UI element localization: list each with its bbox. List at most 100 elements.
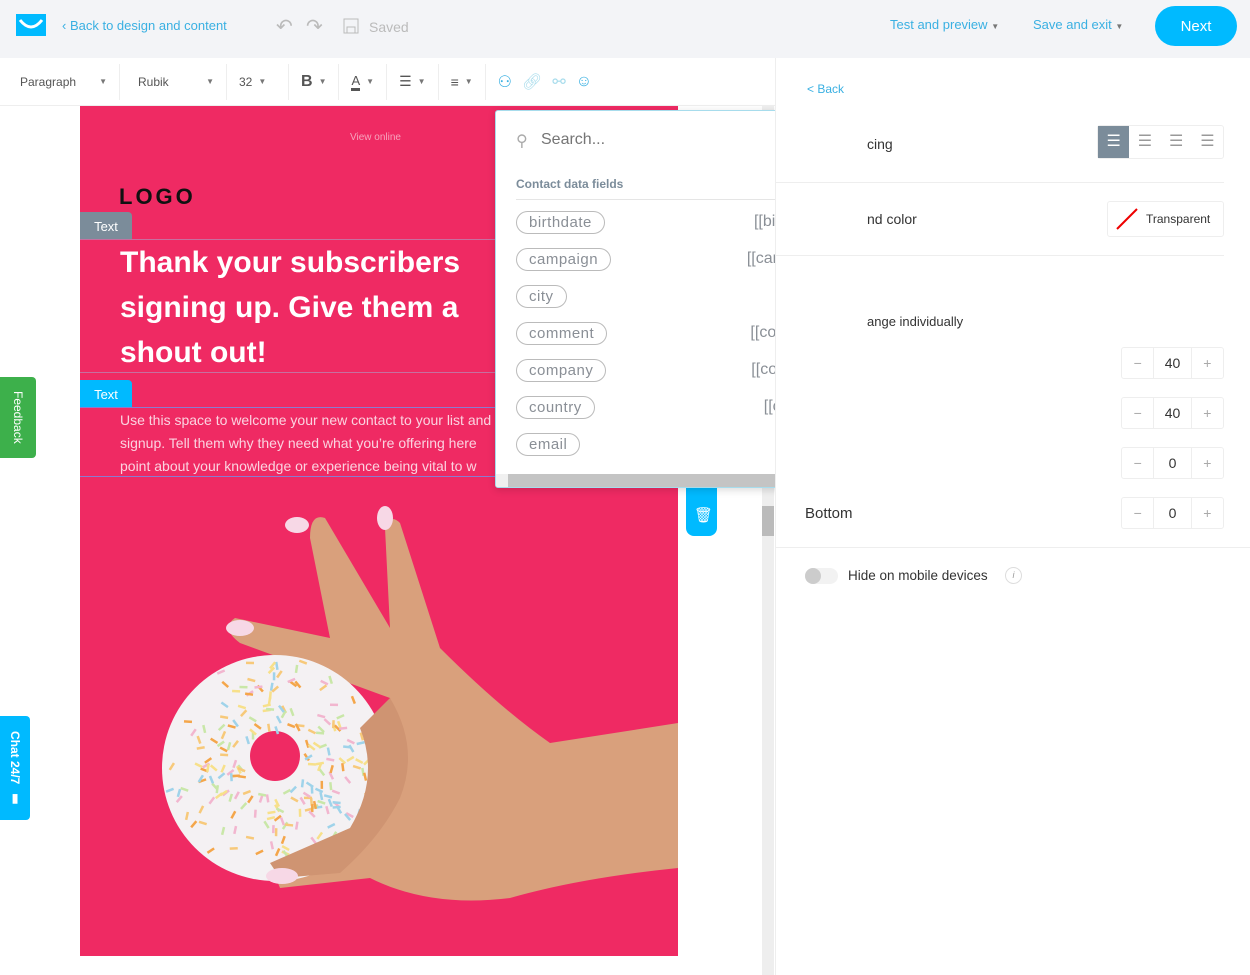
padding-stepper: −0 +: [1121, 497, 1224, 529]
personalize-icon[interactable]: ⚇: [498, 72, 512, 92]
sprinkle: [239, 685, 248, 689]
spacing-option-3[interactable]: ☰: [1161, 126, 1192, 158]
size-select[interactable]: 32 ▼: [227, 63, 289, 100]
paragraph-select[interactable]: Paragraph ▼: [0, 63, 120, 100]
chat-bubble-icon: ▮: [8, 790, 22, 805]
background-color-picker[interactable]: Transparent: [1107, 201, 1224, 237]
increment-button[interactable]: +: [1192, 348, 1223, 378]
feedback-tab[interactable]: Feedback: [0, 377, 36, 458]
search-input[interactable]: [541, 131, 791, 149]
divider: [776, 255, 1224, 256]
divider: [776, 547, 1250, 548]
increment-button[interactable]: +: [1192, 498, 1223, 528]
color-value: Transparent: [1146, 212, 1211, 226]
chat-tab[interactable]: Chat 24/7 ▮: [0, 716, 30, 820]
individually-label: ange individually: [867, 314, 964, 329]
hide-mobile-toggle[interactable]: [805, 568, 838, 584]
sprinkle: [245, 661, 255, 665]
next-button[interactable]: Next: [1155, 6, 1237, 46]
back-link[interactable]: < Back: [807, 82, 844, 96]
stepper-value[interactable]: 40: [1154, 398, 1192, 428]
background-color-label: nd color: [867, 211, 917, 227]
body-text[interactable]: Use this space to welcome your new conta…: [120, 409, 500, 477]
sprinkle: [310, 804, 314, 813]
decrement-button[interactable]: −: [1122, 448, 1155, 478]
text-toolbar: Paragraph ▼ Rubik ▼ 32 ▼ B ▼ A ▼ ☰ ▼ ≡ ▼ ⚇ 🔗︎ ⚯…: [0, 58, 775, 106]
padding-stepper: −40 +: [1121, 347, 1224, 379]
align-button[interactable]: ≡ ▼: [439, 63, 486, 100]
field-chip[interactable]: city: [516, 284, 567, 308]
size-value: 32: [239, 74, 253, 89]
transparent-swatch-icon: [1116, 208, 1138, 230]
text-color-icon: A: [351, 73, 361, 91]
donut-hand-image: [162, 506, 678, 901]
text-block-tag[interactable]: Text: [80, 212, 132, 240]
bold-button[interactable]: B ▼: [289, 63, 340, 100]
bold-icon: B: [301, 72, 313, 90]
sprinkle: [320, 780, 324, 789]
text-color-button[interactable]: A ▼: [339, 63, 388, 100]
saved-status: Saved: [369, 19, 409, 35]
save-icon: [343, 18, 359, 34]
stepper-value[interactable]: 0: [1154, 498, 1192, 528]
padding-stepper: −0 +: [1121, 447, 1224, 479]
unlink-icon[interactable]: ⚯: [552, 72, 565, 92]
test-preview-label: Test and preview: [890, 17, 988, 32]
list-button[interactable]: ☰ ▼: [387, 63, 439, 100]
sprinkle: [298, 808, 302, 817]
increment-button[interactable]: +: [1192, 448, 1223, 478]
sprinkle: [329, 703, 339, 707]
redo-icon[interactable]: ↷: [306, 14, 323, 39]
sprinkle: [183, 720, 193, 724]
sprinkle: [232, 689, 241, 693]
field-chip[interactable]: email: [516, 432, 581, 456]
getresponse-logo[interactable]: [16, 14, 46, 36]
spacing-option-1[interactable]: ☰: [1098, 126, 1130, 158]
test-preview-dropdown[interactable]: Test and preview ▼: [890, 17, 999, 32]
spacing-option-4[interactable]: ☰: [1192, 126, 1223, 158]
delete-icon[interactable]: 🗑︎: [694, 506, 713, 524]
align-left-icon: ≡: [450, 73, 459, 90]
sprinkle: [229, 846, 238, 850]
link-icon[interactable]: 🔗︎: [522, 72, 542, 92]
spacing-label: cing: [867, 136, 893, 152]
section-heading: Contact data fields: [516, 177, 624, 191]
field-chip[interactable]: company: [516, 358, 607, 382]
field-chip[interactable]: campaign: [516, 247, 612, 271]
padding-stepper: −40 +: [1121, 397, 1224, 429]
emoji-icon[interactable]: ☺: [576, 73, 592, 91]
stepper-value[interactable]: 0: [1154, 448, 1192, 478]
chat-label: Chat 24/7: [8, 731, 22, 785]
spacing-option-2[interactable]: ☰: [1129, 126, 1160, 158]
spacing-options: ☰ ☰ ☰ ☰: [1097, 125, 1224, 159]
sprinkle: [272, 672, 276, 681]
save-exit-dropdown[interactable]: Save and exit ▼: [1033, 17, 1123, 32]
search-icon: ⚲: [516, 133, 528, 150]
headline-text[interactable]: Thank your subscribers signing up. Give …: [120, 240, 500, 375]
sprinkle: [229, 773, 233, 782]
decrement-button[interactable]: −: [1122, 398, 1155, 428]
view-online-link[interactable]: View online: [350, 132, 401, 143]
field-chip[interactable]: comment: [516, 321, 608, 345]
stepper-value[interactable]: 40: [1154, 348, 1192, 378]
font-select[interactable]: Rubik ▼: [120, 63, 227, 100]
increment-button[interactable]: +: [1192, 398, 1223, 428]
text-block-tag-active[interactable]: Text: [80, 380, 132, 408]
font-value: Rubik: [138, 74, 169, 89]
settings-panel: < Back cing ☰ ☰ ☰ ☰ nd color Transparent…: [775, 58, 1250, 975]
info-icon[interactable]: i: [1005, 567, 1022, 584]
decrement-button[interactable]: −: [1122, 498, 1155, 528]
decrement-button[interactable]: −: [1122, 348, 1155, 378]
list-icon: ☰: [399, 73, 412, 89]
sprinkle: [310, 785, 314, 794]
divider: [776, 182, 1224, 183]
field-chip[interactable]: country: [516, 395, 595, 419]
hide-mobile-label: Hide on mobile devices: [848, 568, 988, 583]
sprinkle: [331, 720, 335, 729]
back-to-design-link[interactable]: ‹ Back to design and content: [62, 18, 227, 33]
field-chip[interactable]: birthdate: [516, 210, 605, 234]
sprinkle: [272, 825, 275, 834]
sprinkle: [274, 828, 278, 837]
undo-icon[interactable]: ↶: [276, 14, 293, 39]
save-exit-label: Save and exit: [1033, 17, 1112, 32]
